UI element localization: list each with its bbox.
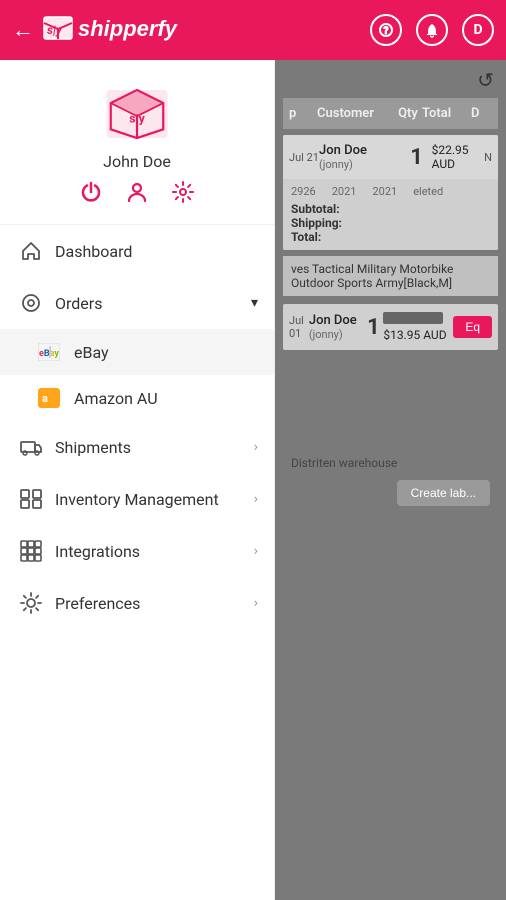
preferences-icon: [19, 591, 43, 615]
order-deleted-label: eleted: [413, 185, 443, 198]
total-label: Total:: [291, 230, 321, 244]
user-profile-button[interactable]: [126, 181, 148, 208]
nav-amazon[interactable]: a Amazon AU: [0, 375, 274, 421]
nav-orders[interactable]: Orders ▾: [0, 277, 274, 329]
order-status-1: N: [484, 151, 492, 164]
content-area: ↺ p Customer Qty Total D Jul 21 Jon Doe …: [275, 60, 506, 900]
header-icons: ? D: [370, 14, 494, 46]
col-d: D: [471, 106, 492, 121]
shipments-icon: [19, 435, 43, 459]
col-total: Total: [422, 106, 471, 121]
order-customer-1: Jon Doe (jonny): [319, 143, 402, 171]
settings-icon-button[interactable]: [172, 181, 194, 208]
integrations-icon: [19, 539, 43, 563]
inventory-label: Inventory Management: [55, 490, 254, 509]
help-button[interactable]: ?: [370, 14, 402, 46]
svg-text:?: ?: [384, 26, 389, 37]
shipments-arrow-icon: ›: [254, 439, 258, 455]
nav-dashboard[interactable]: Dashboard: [0, 225, 274, 277]
order-total-1: $22.95 AUD: [432, 143, 485, 171]
customer-name-2: Jon Doe: [309, 313, 364, 328]
inventory-icon: [19, 487, 43, 511]
product-description: ves Tactical Military Motorbike Outdoor …: [283, 256, 498, 296]
warehouse-label: Distriten warehouse: [283, 450, 498, 476]
nav-ebay[interactable]: eBay eBay: [0, 329, 274, 375]
preferences-arrow-icon: ›: [254, 595, 258, 611]
svg-text:s|y: s|y: [47, 23, 63, 37]
amazon-icon: a: [36, 388, 62, 408]
ebay-icon: eBay: [36, 342, 62, 362]
nav-shipments[interactable]: Shipments ›: [0, 421, 274, 473]
subtotal-label: Subtotal:: [291, 202, 340, 216]
col-qty: Qty: [394, 106, 422, 121]
customer-name-1: Jon Doe: [319, 143, 402, 158]
nav-inventory[interactable]: Inventory Management ›: [0, 473, 274, 525]
content-inner: ↺ p Customer Qty Total D Jul 21 Jon Doe …: [275, 60, 506, 900]
integrations-label: Integrations: [55, 542, 254, 561]
back-button[interactable]: ←: [12, 17, 34, 43]
app-logo: s|y shipperfy: [42, 9, 370, 51]
profile-name: John Doe: [103, 152, 171, 171]
ebay-label: eBay: [74, 343, 109, 362]
nav-integrations[interactable]: Integrations ›: [0, 525, 274, 577]
order-date-2: Jul 01: [289, 314, 309, 340]
table-header: p Customer Qty Total D: [283, 98, 498, 129]
sidebar: s|y John Doe: [0, 60, 275, 900]
dashboard-icon: [19, 239, 43, 263]
amazon-label: Amazon AU: [74, 389, 158, 408]
profile-section: s|y John Doe: [0, 60, 274, 225]
svg-text:s|y: s|y: [129, 111, 145, 125]
power-button[interactable]: [80, 181, 102, 208]
orders-label: Orders: [55, 294, 251, 313]
customer-handle-2: (jonny): [309, 328, 364, 341]
order-qty-1: 1: [402, 145, 432, 170]
brand-logo: s|y: [102, 84, 172, 144]
order-qty-2: 1: [363, 315, 383, 340]
order-id-1: 2926: [291, 185, 316, 198]
orders-dropdown-icon: ▾: [251, 295, 258, 311]
inventory-arrow-icon: ›: [254, 491, 258, 507]
orders-icon: [19, 291, 43, 315]
nav-preferences[interactable]: Preferences ›: [0, 577, 274, 629]
order-card-2: Jul 01 Jon Doe (jonny) 1 $13.95 AUD Eq: [283, 304, 498, 350]
preferences-label: Preferences: [55, 594, 254, 613]
order-detail-1: 2926 2021 2021 eleted Subtotal: Shipping…: [283, 179, 498, 250]
profile-actions: [80, 181, 194, 208]
app-header: ← s|y shipperfy ? D: [0, 0, 506, 60]
svg-text:a: a: [42, 392, 48, 405]
warehouse-section: Distriten warehouse Create lab...: [283, 450, 498, 476]
order-date-detail-1: 2021: [332, 185, 357, 198]
main-layout: s|y John Doe: [0, 60, 506, 900]
col-p: p: [289, 106, 317, 121]
shipping-label: Shipping:: [291, 216, 342, 230]
notifications-button[interactable]: [416, 14, 448, 46]
dashboard-label: Dashboard: [55, 242, 258, 261]
order-row-2: Jul 01 Jon Doe (jonny) 1 $13.95 AUD Eq: [283, 304, 498, 350]
create-label-button[interactable]: Create lab...: [397, 480, 490, 506]
refresh-button[interactable]: ↺: [477, 68, 494, 93]
svg-text:shipperfy: shipperfy: [78, 16, 179, 41]
order-customer-2: Jon Doe (jonny): [309, 313, 364, 341]
order-date-1: Jul 21: [289, 151, 319, 164]
customer-handle-1: (jonny): [319, 158, 402, 171]
shipments-label: Shipments: [55, 438, 254, 457]
integrations-arrow-icon: ›: [254, 543, 258, 559]
edit-button[interactable]: Eq: [453, 316, 492, 338]
order-date-detail-2: 2021: [372, 185, 397, 198]
order-row-1: Jul 21 Jon Doe (jonny) 1 $22.95 AUD N: [283, 135, 498, 179]
order-total-2: $13.95 AUD: [383, 328, 453, 342]
order-card-1: Jul 21 Jon Doe (jonny) 1 $22.95 AUD N 29…: [283, 135, 498, 250]
col-customer: Customer: [317, 106, 394, 121]
user-avatar-button[interactable]: D: [462, 14, 494, 46]
